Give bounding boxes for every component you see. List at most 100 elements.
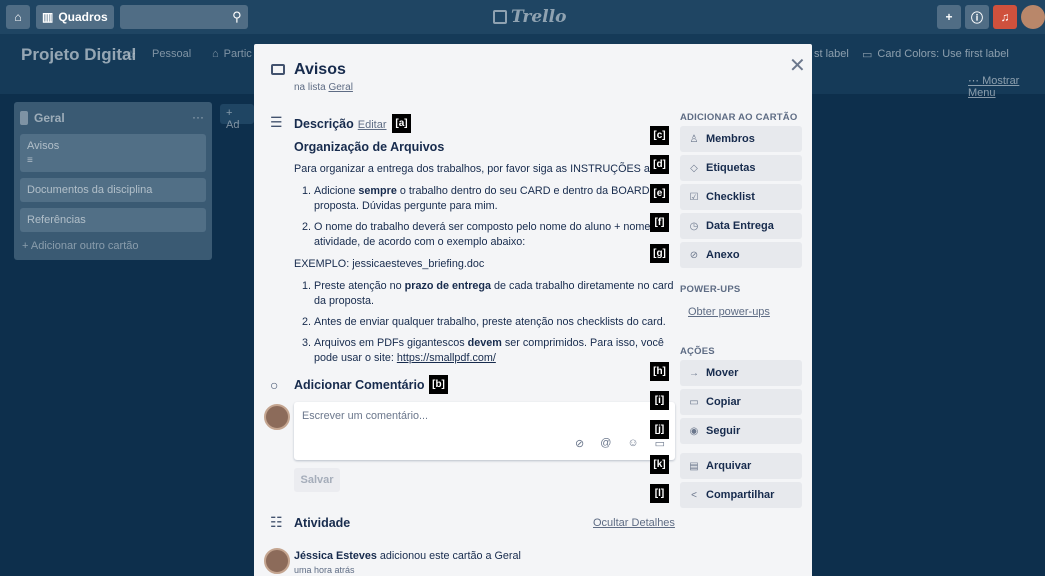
- card-icon: ▭: [862, 49, 873, 61]
- list-item: O nome do trabalho deverá ser composto p…: [314, 220, 675, 250]
- description-body[interactable]: Organização de Arquivos Para organizar a…: [280, 140, 675, 373]
- list-card[interactable]: Avisos ≡: [20, 134, 206, 172]
- description-heading-text: Descrição: [294, 117, 354, 131]
- boards-button[interactable]: ▥ Quadros: [36, 5, 114, 29]
- in-list-link[interactable]: Geral: [328, 82, 352, 93]
- annotation-tag: [e]: [650, 184, 669, 203]
- card-list-info: na lista Geral: [294, 82, 353, 93]
- activity-user[interactable]: Jéssica Esteves: [294, 550, 377, 562]
- activity-icon: ☷: [270, 514, 283, 530]
- comment-heading: Adicionar Comentário: [294, 378, 425, 392]
- annotation-tag: [k]: [650, 455, 669, 474]
- logo-text: Trello: [511, 7, 567, 27]
- team-label: Partic: [223, 48, 252, 60]
- archive-button[interactable]: ▤ Arquivar: [680, 453, 802, 479]
- show-menu-label: Mostrar Menu: [968, 75, 1020, 99]
- trello-logo-icon: [493, 10, 507, 24]
- annotation-tag: [a]: [392, 114, 411, 133]
- archive-label: Arquivar: [706, 460, 752, 472]
- close-icon[interactable]: ✕: [789, 53, 806, 78]
- board-title[interactable]: Projeto Digital: [21, 45, 136, 65]
- list-title[interactable]: Geral: [20, 108, 206, 128]
- follow-button[interactable]: ◉ Seguir: [680, 418, 802, 444]
- labels-label: Etiquetas: [706, 162, 756, 174]
- visibility-button[interactable]: Pessoal: [152, 48, 191, 60]
- add-list-button[interactable]: + Ad: [220, 104, 254, 131]
- members-button[interactable]: ♙ Membros: [680, 126, 802, 152]
- annotation-tag: [b]: [429, 375, 448, 394]
- star-icon: ☆: [126, 49, 136, 61]
- description-indicator-icon: ≡: [27, 155, 33, 166]
- share-icon: <: [691, 489, 697, 501]
- copy-label: Copiar: [706, 396, 741, 408]
- card-detail-modal: ✕ Avisos na lista Geral ☰ Descrição Edita…: [254, 44, 812, 576]
- hide-details-link[interactable]: Ocultar Detalhes: [593, 517, 675, 529]
- person-icon: ♙: [689, 133, 699, 145]
- arrow-right-icon: →: [689, 367, 699, 379]
- checklist-button[interactable]: ☑ Checklist: [680, 184, 802, 210]
- home-button[interactable]: ⌂: [6, 5, 30, 29]
- list-item: Adicione sempre o trabalho dentro do seu…: [314, 184, 675, 214]
- list-item: Antes de enviar qualquer trabalho, prest…: [314, 315, 675, 330]
- paperclip-icon[interactable]: ⊘: [575, 437, 584, 450]
- search-icon: ⚲: [232, 9, 242, 24]
- create-button[interactable]: +: [937, 5, 961, 29]
- tag-icon: ◇: [690, 162, 698, 174]
- info-button[interactable]: ⓘ: [965, 5, 989, 29]
- attachment-button[interactable]: ⊘ Anexo: [680, 242, 802, 268]
- move-label: Mover: [706, 367, 739, 379]
- lock-icon: ⌂: [212, 48, 219, 60]
- smallpdf-link[interactable]: https://smallpdf.com/: [397, 352, 496, 364]
- add-to-card-heading: ADICIONAR AO CARTÃO: [680, 112, 798, 123]
- add-card-button[interactable]: + Adicionar outro cartão: [20, 240, 206, 252]
- clock-icon: ◷: [689, 220, 699, 232]
- top-bar: ⌂ ▥ Quadros ⚲ Trello + ⓘ ♫: [0, 0, 1045, 34]
- list-geral: Geral ··· Avisos ≡ Documentos da discipli…: [14, 102, 212, 260]
- annotation-tag: [d]: [650, 155, 669, 174]
- members-label: Membros: [706, 133, 755, 145]
- description-heading: Descrição Editar: [294, 117, 387, 131]
- notifications-button[interactable]: ♫: [993, 5, 1017, 29]
- boards-label: Quadros: [58, 10, 108, 24]
- card-title[interactable]: Avisos: [294, 61, 346, 79]
- list-card[interactable]: Documentos da disciplina: [20, 178, 206, 202]
- show-menu-link[interactable]: ⋯ Mostrar Menu: [968, 74, 1045, 99]
- bell-icon: ♫: [1000, 10, 1010, 24]
- annotation-tag: [l]: [650, 484, 669, 503]
- comment-placeholder: Escrever um comentário...: [302, 410, 429, 422]
- instructions-list-2: Preste atenção no prazo de entrega de ca…: [294, 279, 675, 366]
- list-menu-icon[interactable]: ···: [192, 110, 204, 124]
- instructions-list-1: Adicione sempre o trabalho dentro do seu…: [294, 184, 675, 250]
- trello-logo[interactable]: Trello: [493, 7, 566, 27]
- avatar: [264, 404, 290, 430]
- user-avatar[interactable]: [1021, 5, 1045, 29]
- edit-description-link[interactable]: Editar: [358, 119, 387, 131]
- description-icon: ☰: [270, 114, 283, 130]
- list-card[interactable]: Referências: [20, 208, 206, 232]
- team-button[interactable]: ⌂ Partic: [212, 48, 252, 60]
- copy-button[interactable]: ▭ Copiar: [680, 389, 802, 415]
- labels-button[interactable]: ◇ Etiquetas: [680, 155, 802, 181]
- due-date-button[interactable]: ◷ Data Entrega: [680, 213, 802, 239]
- save-comment-button[interactable]: Salvar: [294, 468, 340, 492]
- share-button[interactable]: < Compartilhar: [680, 482, 802, 508]
- attachment-label: Anexo: [706, 249, 740, 261]
- powerup-label-2: Card Colors: Use first label: [877, 48, 1009, 60]
- list-title-text: Geral: [34, 111, 65, 125]
- list-item: Arquivos em PDFs gigantescos devem ser c…: [314, 336, 675, 366]
- star-button[interactable]: ☆: [126, 48, 136, 61]
- plus-icon: +: [945, 10, 953, 24]
- comment-input[interactable]: Escrever um comentário... ⊘ @ ☺ ▭: [294, 402, 675, 460]
- mention-icon[interactable]: @: [600, 437, 611, 450]
- due-date-label: Data Entrega: [706, 220, 774, 232]
- powerup-label-1[interactable]: st label: [814, 48, 849, 60]
- get-powerups-link[interactable]: Obter power-ups: [688, 306, 770, 318]
- annotation-tag: [g]: [650, 244, 669, 263]
- move-button[interactable]: → Mover: [680, 360, 802, 386]
- emoji-icon[interactable]: ☺: [627, 437, 638, 450]
- search-input[interactable]: ⚲: [119, 5, 248, 29]
- activity-entry: Jéssica Esteves adicionou este cartão a …: [294, 550, 521, 562]
- powerup-card-colors[interactable]: ▭ Card Colors: Use first label: [862, 48, 1009, 61]
- activity-time[interactable]: uma hora atrás: [294, 565, 355, 575]
- home-icon: ⌂: [14, 10, 22, 24]
